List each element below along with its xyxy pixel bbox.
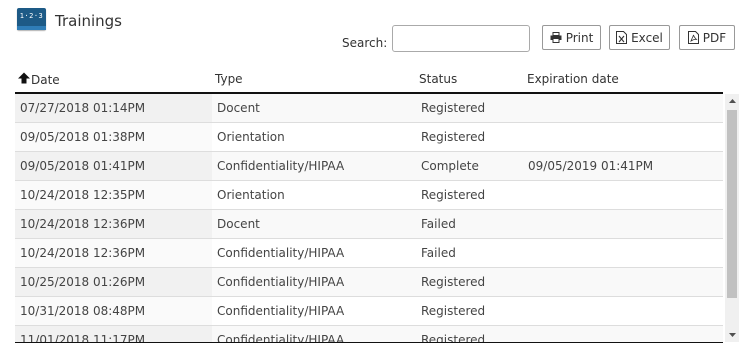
column-header-status[interactable]: Status: [419, 72, 457, 86]
table-row[interactable]: 10/24/2018 12:36PM Docent Failed: [15, 210, 723, 239]
cell-date: 10/24/2018 12:35PM: [15, 181, 212, 209]
cell-date: 09/05/2018 01:38PM: [15, 123, 212, 151]
table-row[interactable]: 09/05/2018 01:41PM Confidentiality/HIPAA…: [15, 152, 723, 181]
cell-date: 10/24/2018 12:36PM: [15, 210, 212, 238]
excel-label: Excel: [631, 30, 663, 45]
cell-type: Docent: [217, 217, 260, 231]
column-header-expiration-date[interactable]: Expiration date: [527, 72, 619, 86]
cell-type: Orientation: [217, 188, 285, 202]
table-row[interactable]: 11/01/2018 11:17PM Confidentiality/HIPAA…: [15, 326, 723, 343]
column-header-type[interactable]: Type: [215, 72, 243, 86]
cell-type: Confidentiality/HIPAA: [217, 159, 345, 173]
scroll-up-arrow-icon[interactable]: [725, 94, 739, 108]
pdf-label: PDF: [702, 30, 727, 45]
trainings-table: 07/27/2018 01:14PM Docent Registered 09/…: [15, 94, 723, 343]
cell-type: Docent: [217, 101, 260, 115]
app-logo: 1·2·3: [17, 8, 46, 30]
column-header-date-label: Date: [31, 72, 60, 87]
cell-date: 10/31/2018 08:48PM: [15, 297, 212, 325]
table-row[interactable]: 09/05/2018 01:38PM Orientation Registere…: [15, 123, 723, 152]
logo-text: 1·2·3: [19, 12, 44, 20]
cell-status: Failed: [421, 217, 456, 231]
printer-icon: [550, 32, 562, 43]
table-row[interactable]: 10/31/2018 08:48PM Confidentiality/HIPAA…: [15, 297, 723, 326]
table-row[interactable]: 10/24/2018 12:36PM Confidentiality/HIPAA…: [15, 239, 723, 268]
cell-status: Registered: [421, 188, 486, 202]
vertical-scrollbar[interactable]: [725, 94, 739, 342]
cell-status: Registered: [421, 101, 486, 115]
pdf-file-icon: [687, 31, 699, 44]
cell-status: Complete: [421, 159, 479, 173]
cell-type: Confidentiality/HIPAA: [217, 333, 345, 343]
table-row[interactable]: 07/27/2018 01:14PM Docent Registered: [15, 94, 723, 123]
search-label: Search:: [342, 36, 388, 50]
excel-file-icon: [616, 31, 628, 44]
cell-type: Orientation: [217, 130, 285, 144]
cell-status: Registered: [421, 130, 486, 144]
cell-date: 10/24/2018 12:36PM: [15, 239, 212, 267]
scroll-down-arrow-icon[interactable]: [725, 328, 739, 342]
cell-status: Failed: [421, 246, 456, 260]
table-row[interactable]: 10/25/2018 01:26PM Confidentiality/HIPAA…: [15, 268, 723, 297]
pdf-button[interactable]: PDF: [679, 25, 735, 50]
search-input[interactable]: [392, 25, 530, 52]
cell-date: 07/27/2018 01:14PM: [15, 94, 212, 122]
cell-type: Confidentiality/HIPAA: [217, 246, 345, 260]
cell-date: 11/01/2018 11:17PM: [15, 326, 212, 342]
print-label: Print: [565, 30, 594, 45]
column-header-date[interactable]: Date: [17, 72, 60, 87]
table-header: Date Type Status Expiration date: [15, 70, 723, 92]
arrow-up-icon: [17, 72, 31, 87]
cell-type: Confidentiality/HIPAA: [217, 275, 345, 289]
cell-status: Registered: [421, 275, 486, 289]
print-button[interactable]: Print: [542, 25, 601, 50]
cell-expiration-date: 09/05/2019 01:41PM: [528, 159, 654, 173]
excel-button[interactable]: Excel: [609, 25, 670, 50]
page-title: Trainings: [55, 12, 123, 30]
cell-date: 10/25/2018 01:26PM: [15, 268, 212, 296]
scrollbar-thumb[interactable]: [727, 110, 737, 298]
cell-status: Registered: [421, 304, 486, 318]
cell-date: 09/05/2018 01:41PM: [15, 152, 212, 180]
table-row[interactable]: 10/24/2018 12:35PM Orientation Registere…: [15, 181, 723, 210]
cell-status: Registered: [421, 333, 486, 343]
cell-type: Confidentiality/HIPAA: [217, 304, 345, 318]
